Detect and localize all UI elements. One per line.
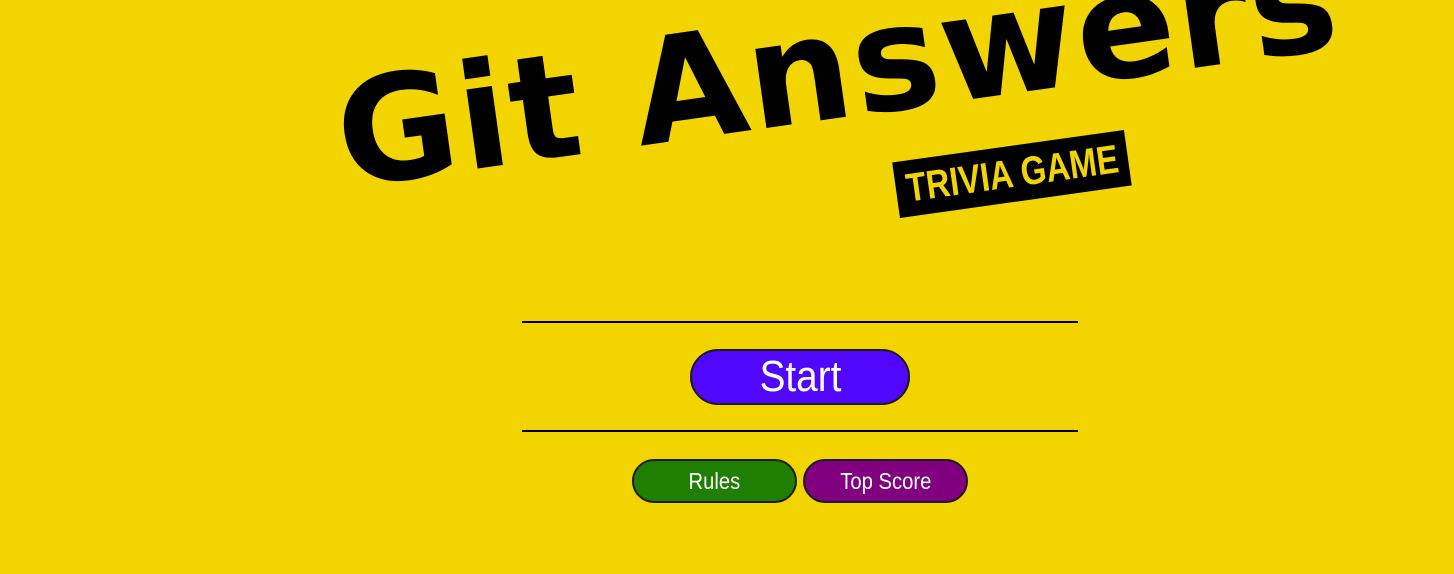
logo-tagline: TRIVIA GAME: [902, 136, 1121, 211]
logo-title: Git Answers: [326, 0, 1349, 222]
top-score-button-label: Top Score: [839, 467, 932, 494]
top-divider: [522, 321, 1078, 323]
start-button[interactable]: Start: [690, 349, 910, 405]
start-button-label: Start: [759, 352, 841, 401]
game-logo: Git Answers TRIVIA GAME: [0, 0, 1454, 300]
bottom-divider: [522, 430, 1078, 432]
rules-button[interactable]: Rules: [632, 459, 797, 503]
top-score-button[interactable]: Top Score: [803, 459, 968, 503]
rules-button-label: Rules: [688, 467, 741, 494]
logo-tagline-banner: TRIVIA GAME: [892, 129, 1132, 218]
